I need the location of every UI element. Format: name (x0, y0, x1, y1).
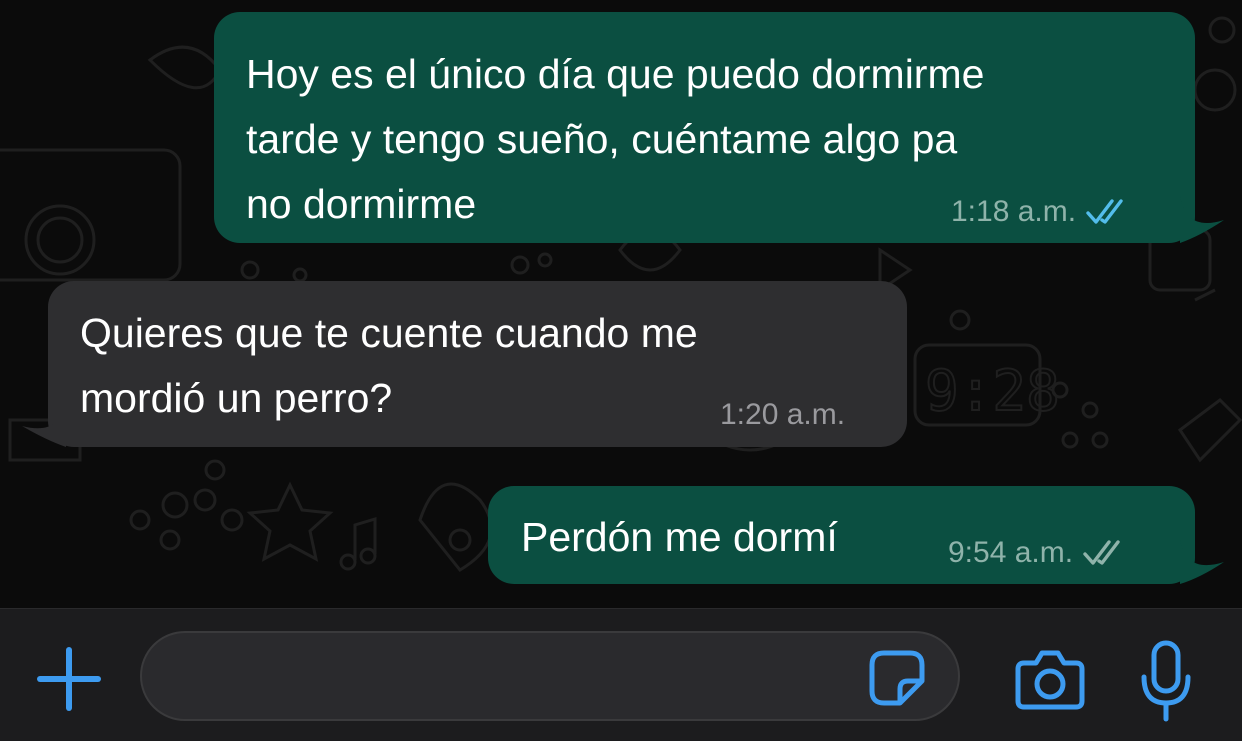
message-timestamp: 1:20 a.m. (720, 398, 846, 431)
camera-button[interactable] (1014, 647, 1086, 711)
message-text-line: Hoy es el único día que puedo dormirme (246, 51, 985, 97)
message-bubble-outgoing[interactable]: Perdón me dormí 9:54 a.m. (488, 486, 1195, 584)
message-text-line: Quieres que te cuente cuando me (80, 310, 698, 356)
bubble-tail (22, 402, 66, 447)
sticker-button[interactable] (868, 649, 926, 707)
double-check-icon (1083, 540, 1120, 565)
message-bubble-incoming[interactable]: Quieres que te cuente cuando me mordió u… (48, 281, 907, 447)
bubble-tail (1180, 540, 1224, 584)
message-timestamp: 9:54 a.m. (948, 536, 1074, 569)
message-text-line: tarde y tengo sueño, cuéntame algo pa (246, 116, 958, 162)
message-bubble-outgoing[interactable]: Hoy es el único día que puedo dormirme t… (214, 12, 1195, 243)
microphone-icon (1141, 640, 1191, 722)
bubble-tail (1180, 196, 1224, 243)
sticker-icon (869, 650, 925, 706)
svg-text:9:28: 9:28 (925, 359, 1060, 424)
message-text-line: Perdón me dormí (521, 514, 838, 560)
message-timestamp: 1:18 a.m. (951, 195, 1077, 228)
message-meta: 9:54 a.m. (948, 536, 1125, 570)
add-attachment-button[interactable] (36, 646, 102, 712)
plus-icon (37, 647, 101, 711)
camera-icon (1015, 650, 1085, 710)
message-input-bar (0, 608, 1242, 741)
double-check-icon (1086, 199, 1123, 224)
message-text-line: mordió un perro? (80, 375, 393, 421)
message-input[interactable] (140, 631, 960, 721)
microphone-button[interactable] (1138, 639, 1194, 723)
message-meta: 1:18 a.m. (951, 195, 1128, 229)
chat-screen: 9:28 Hoy es el único día que puedo dormi… (0, 0, 1242, 741)
message-text-line: no dormirme (246, 181, 477, 227)
chat-area[interactable]: 9:28 Hoy es el único día que puedo dormi… (0, 0, 1242, 608)
message-meta: 1:20 a.m. (720, 398, 845, 432)
